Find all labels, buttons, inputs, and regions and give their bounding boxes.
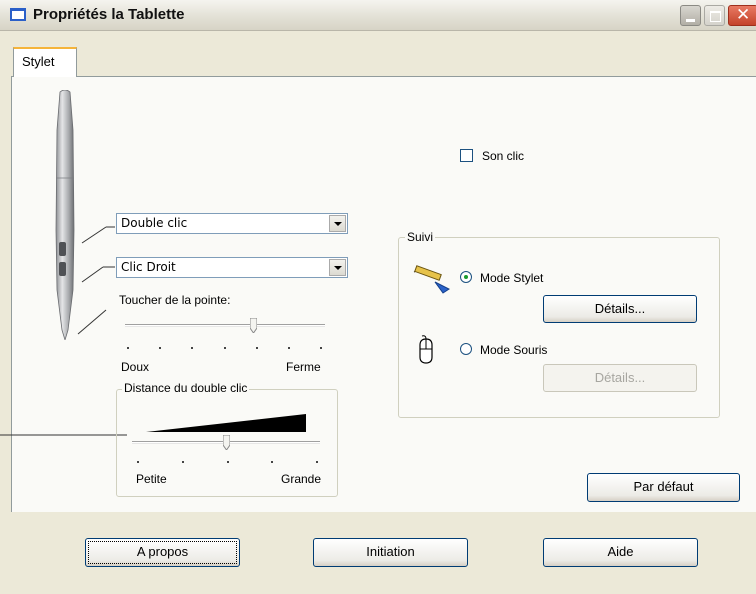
slider-tick (226, 461, 229, 463)
slider-tick (320, 347, 322, 349)
tutorial-button-label: Initiation (366, 544, 415, 559)
tracking-title: Suivi (405, 230, 436, 244)
click-sound-checkbox[interactable] (460, 149, 473, 162)
mouse-mode-details-label: Détails... (594, 370, 646, 385)
window-icon (10, 8, 26, 21)
tip-feel-label: Toucher de la pointe: (119, 293, 231, 307)
pen-mode-label: Mode Stylet (480, 271, 544, 285)
pen-mode-details-label: Détails... (594, 301, 646, 316)
slider-tick (191, 347, 194, 349)
callout-lines (0, 226, 127, 436)
title-bar[interactable]: Propriétés la Tablette ✕ (0, 0, 756, 31)
slider-tick (127, 347, 129, 349)
slider-tick (137, 461, 139, 463)
about-button-label: A propos (136, 544, 189, 559)
click-sound-label: Son clic (482, 149, 525, 163)
help-button[interactable]: Aide (543, 538, 698, 567)
tutorial-button[interactable]: Initiation (313, 538, 468, 567)
tip-feel-slider-thumb[interactable] (250, 318, 258, 333)
tab-stylet[interactable]: Stylet (13, 47, 77, 77)
double-click-distance-min-label: Petite (136, 472, 167, 486)
pen-mode-details-button[interactable]: Détails... (543, 295, 697, 323)
pen-mode-icon (413, 265, 450, 294)
close-button[interactable]: ✕ (728, 5, 756, 26)
minimize-button[interactable] (680, 5, 701, 26)
default-button[interactable]: Par défaut (587, 473, 740, 502)
slider-tick (223, 347, 226, 349)
double-click-distance-max-label: Grande (281, 472, 322, 486)
upper-button-value: Double clic (121, 216, 188, 230)
pen-mode-radio[interactable] (460, 271, 472, 283)
mouse-mode-label: Mode Souris (480, 343, 548, 357)
mouse-mode-details-button: Détails... (543, 364, 697, 392)
minimize-icon (686, 19, 695, 22)
slider-tick (159, 347, 162, 349)
dropdown-arrow-icon[interactable] (329, 215, 346, 232)
slider-tick (271, 461, 274, 463)
distance-ramp-icon (146, 414, 306, 432)
maximize-button (704, 5, 725, 26)
close-icon: ✕ (736, 5, 751, 25)
help-button-label: Aide (607, 544, 634, 559)
upper-button-select[interactable]: Double clic (116, 213, 348, 234)
mouse-icon (419, 335, 433, 364)
maximize-icon (710, 11, 721, 22)
double-click-distance-slider-thumb[interactable] (222, 435, 230, 450)
default-button-label: Par défaut (633, 479, 694, 494)
window-title: Propriétés la Tablette (33, 6, 185, 23)
tip-feel-max-label: Ferme (286, 360, 321, 374)
lower-button-select[interactable]: Clic Droit (116, 257, 348, 278)
properties-window: Propriétés la Tablette ✕ Stylet Double c… (0, 0, 756, 594)
double-click-distance-title: Distance du double clic (122, 381, 250, 395)
dropdown-arrow-icon[interactable] (329, 259, 346, 276)
lower-button-value: Clic Droit (121, 260, 176, 274)
slider-tick (316, 461, 318, 463)
tip-feel-track[interactable] (125, 324, 325, 327)
tab-label: Stylet (22, 54, 55, 69)
about-button[interactable]: A propos (85, 538, 240, 567)
slider-tick (255, 347, 258, 349)
mouse-mode-radio[interactable] (460, 343, 472, 355)
tip-feel-min-label: Doux (121, 360, 150, 374)
slider-tick (181, 461, 184, 463)
slider-tick (287, 347, 290, 349)
